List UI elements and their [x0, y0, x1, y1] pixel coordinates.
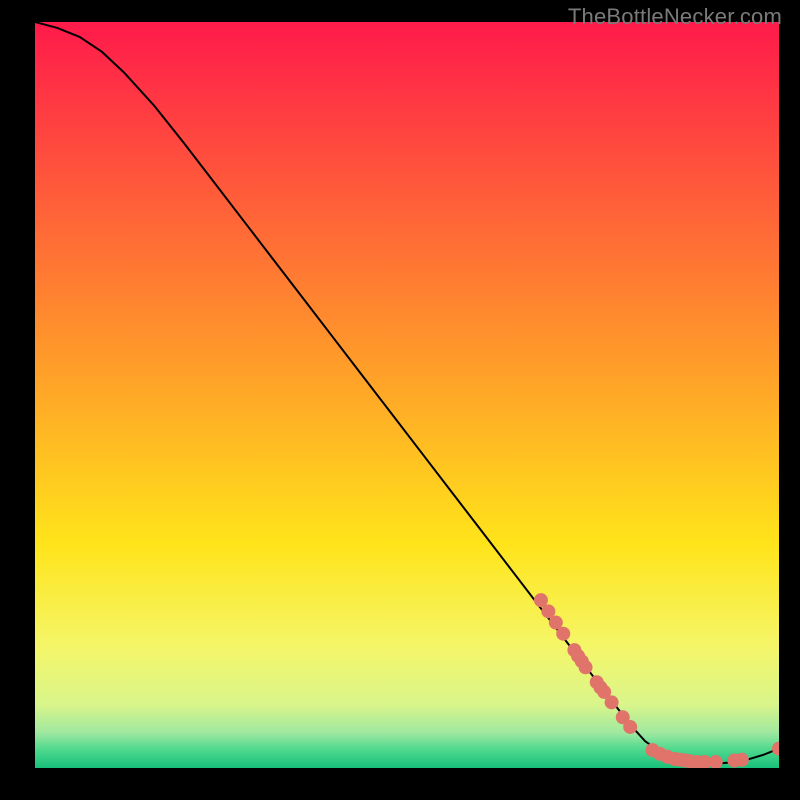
- marker-point: [605, 695, 619, 709]
- chart-stage: TheBottleNecker.com: [0, 0, 800, 800]
- marker-point: [556, 627, 570, 641]
- plot-area: [35, 22, 779, 768]
- marker-point: [623, 720, 637, 734]
- chart-svg: [35, 22, 779, 768]
- watermark-text: TheBottleNecker.com: [568, 4, 782, 30]
- gradient-background: [35, 22, 779, 768]
- marker-point: [735, 753, 749, 767]
- marker-point: [579, 660, 593, 674]
